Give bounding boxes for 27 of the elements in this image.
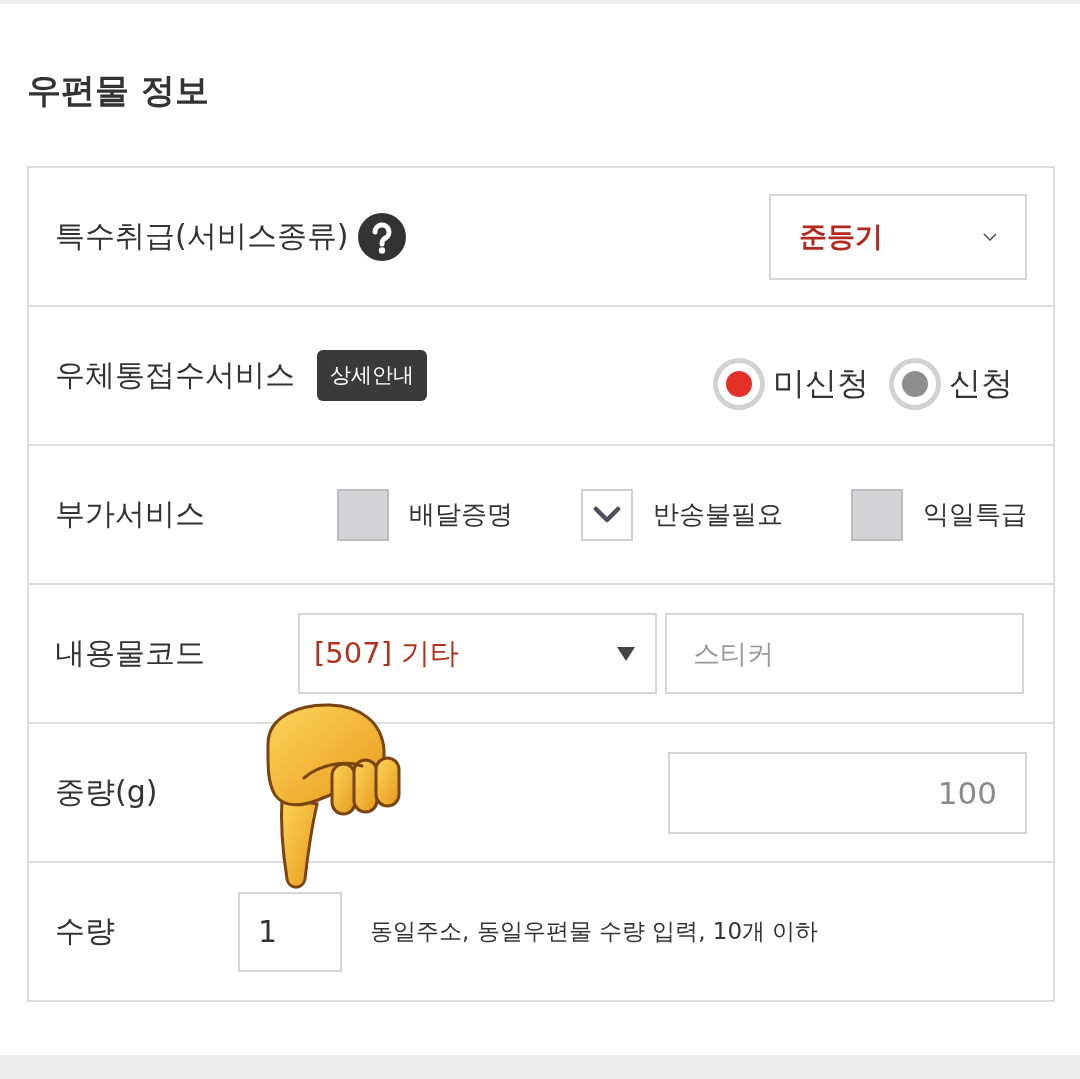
radio-label[interactable]: 미신청 [773, 361, 869, 406]
radio-button[interactable] [889, 357, 941, 410]
content-code-select[interactable]: [507] 기타 [298, 613, 657, 694]
sticker-field[interactable]: 스티커 [665, 613, 1024, 694]
field-label: 수량 [55, 912, 116, 950]
radio-label[interactable]: 신청 [949, 361, 1013, 406]
checkbox[interactable] [337, 488, 389, 541]
field-label: 특수취급(서비스종류) [55, 217, 349, 255]
checkbox-label[interactable]: 배달증명 [409, 497, 513, 532]
quantity-hint: 동일주소, 동일우편물 수량 입력, 10개 이하 [370, 917, 819, 946]
field-label: 내용물코드 [55, 634, 205, 672]
checkbox-label[interactable]: 반송불필요 [653, 497, 783, 532]
help-icon[interactable] [358, 212, 407, 261]
checkbox[interactable] [581, 488, 633, 541]
chevron-icon [983, 232, 997, 241]
field-label: 부가서비스 [55, 495, 205, 533]
checkbox[interactable] [851, 488, 903, 541]
checkbox-label[interactable]: 익일특급 [923, 497, 1027, 532]
field-label: 중량(g) [55, 773, 158, 811]
caret-icon [617, 646, 635, 661]
quantity-field[interactable]: 1 [238, 891, 342, 972]
weight-field[interactable]: 100 [668, 751, 1027, 834]
details-badge[interactable]: 상세안내 [317, 350, 427, 401]
service-select[interactable]: 준등기 [769, 193, 1027, 280]
radio-button[interactable] [713, 357, 765, 410]
section-title: 우편물 정보 [27, 69, 210, 112]
field-label: 우체통접수서비스 [55, 356, 295, 394]
